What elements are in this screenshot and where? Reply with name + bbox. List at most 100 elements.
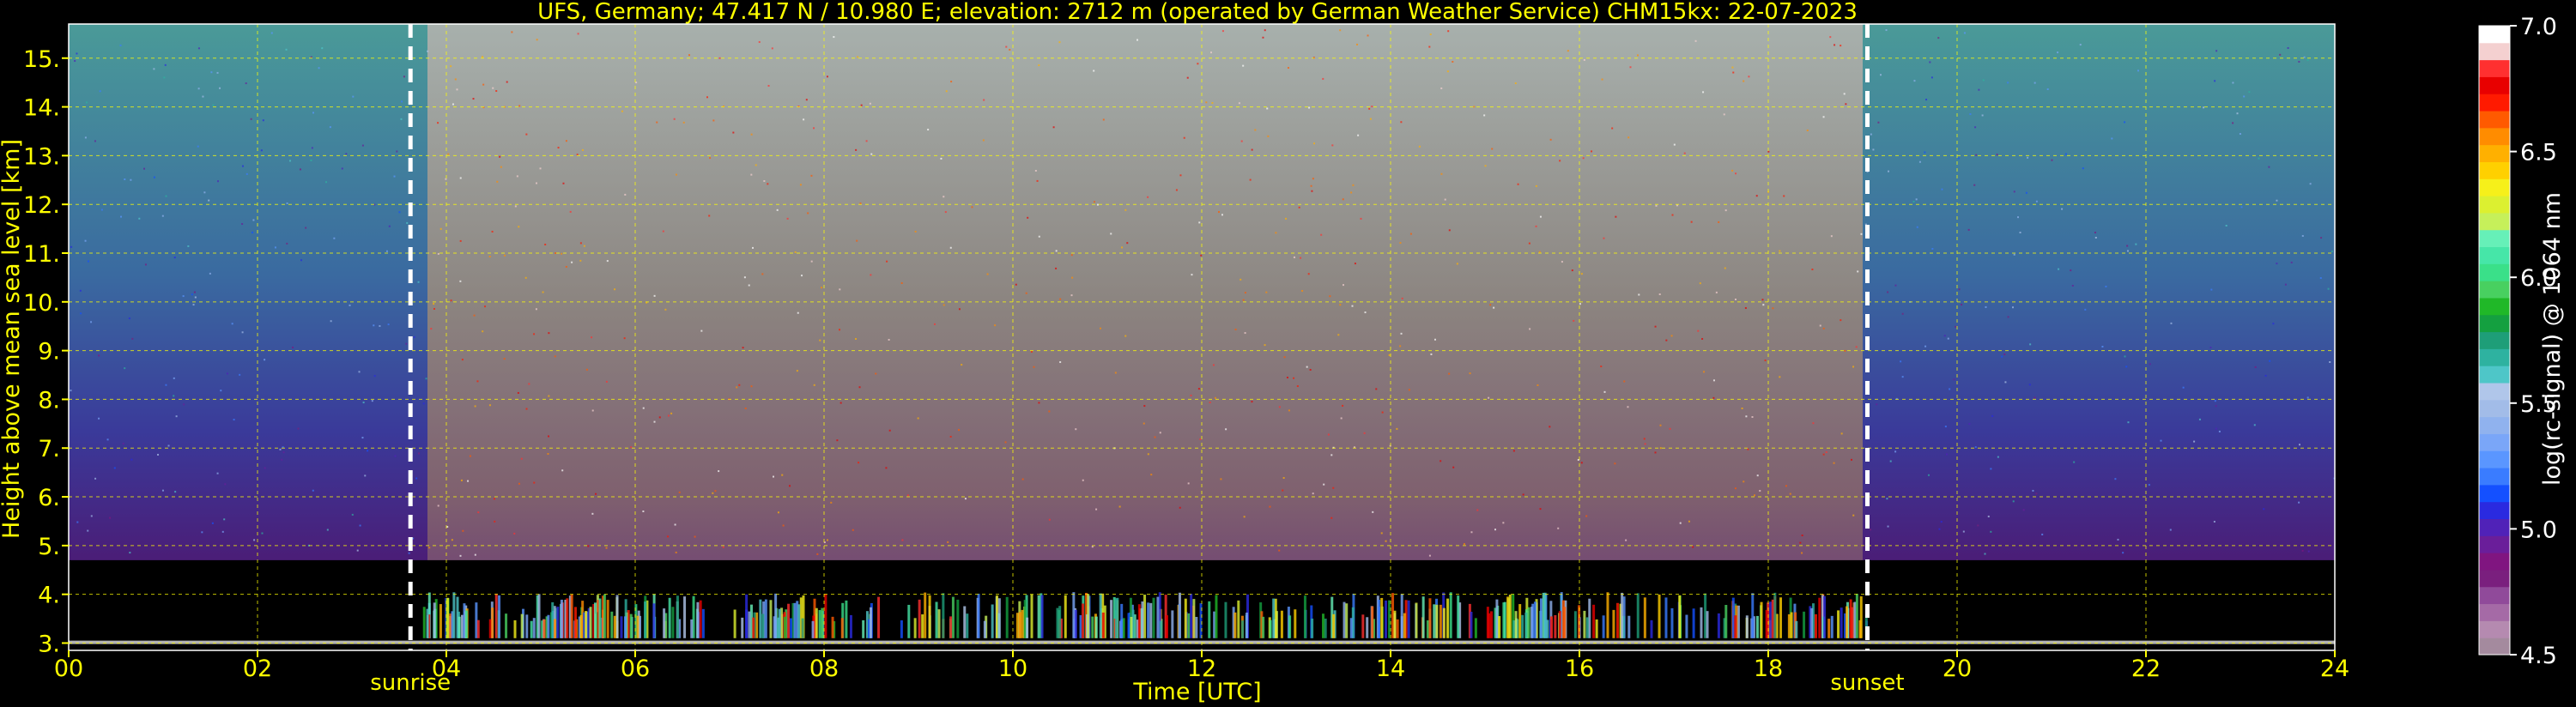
noise-speck (1381, 411, 1384, 414)
colorbar-swatch (2479, 59, 2510, 77)
noise-speck (94, 140, 96, 142)
noise-speck (1870, 529, 1872, 531)
signal-streak (1233, 612, 1237, 638)
noise-speck (197, 88, 200, 90)
noise-speck (87, 260, 89, 263)
noise-speck (359, 524, 361, 527)
noise-speck (994, 324, 997, 327)
signal-streak (1152, 597, 1155, 638)
signal-streak (1037, 595, 1040, 638)
noise-speck (1399, 242, 1402, 245)
signal-streak (1400, 594, 1403, 638)
noise-speck (1038, 64, 1040, 67)
signal-streak (1658, 594, 1661, 638)
noise-speck (499, 155, 501, 158)
noise-speck (1234, 329, 1237, 331)
signal-streak (951, 596, 955, 638)
noise-speck (2058, 268, 2060, 270)
noise-speck (1644, 443, 1646, 445)
noise-speck (1974, 126, 1977, 129)
y-tick-label: 3. (38, 631, 60, 657)
noise-speck (1671, 214, 1674, 216)
noise-speck (1967, 228, 1970, 231)
noise-speck (801, 275, 803, 277)
noise-speck (1352, 184, 1355, 186)
noise-speck (2073, 461, 2076, 463)
noise-speck (1428, 554, 1431, 557)
noise-speck (1267, 135, 1270, 137)
noise-speck (1614, 462, 1616, 465)
noise-speck (1665, 339, 1668, 341)
noise-speck (548, 395, 550, 397)
noise-speck (1242, 64, 1245, 67)
noise-speck (1927, 474, 1930, 476)
noise-speck (2125, 366, 2128, 368)
noise-speck (1561, 261, 1563, 263)
noise-speck (1075, 428, 1077, 431)
noise-speck (482, 56, 484, 58)
noise-speck (700, 329, 703, 332)
noise-speck (153, 176, 155, 178)
noise-speck (2105, 285, 2107, 287)
noise-speck (2127, 421, 2130, 424)
noise-speck (459, 177, 462, 179)
noise-speck (2236, 112, 2239, 115)
colorbar-swatch (2479, 501, 2510, 520)
noise-speck (1154, 436, 1156, 438)
signal-streak (426, 608, 429, 638)
noise-speck (474, 553, 476, 556)
noise-speck (2124, 355, 2126, 358)
noise-speck (500, 166, 502, 168)
signal-streak (1280, 610, 1283, 638)
noise-speck (961, 364, 963, 366)
signal-streak (1664, 597, 1668, 638)
noise-speck (1071, 276, 1074, 279)
noise-speck (682, 121, 685, 124)
noise-speck (1448, 372, 1451, 375)
noise-speck (1288, 409, 1290, 412)
signal-streak (831, 616, 834, 638)
noise-speck (1957, 157, 1960, 160)
signal-streak (949, 616, 953, 638)
noise-speck (583, 245, 585, 247)
noise-speck (1603, 237, 1605, 239)
noise-speck (84, 136, 87, 139)
noise-speck (333, 237, 336, 239)
signal-streak (1178, 604, 1181, 638)
signal-streak (1396, 619, 1399, 638)
noise-speck (555, 252, 557, 255)
noise-speck (1447, 30, 1450, 33)
signal-streak (505, 613, 508, 638)
noise-speck (1147, 196, 1149, 198)
signal-streak (1224, 601, 1227, 638)
colorbar-tick-label: 5.0 (2520, 517, 2557, 543)
noise-speck (810, 260, 813, 263)
noise-speck (1743, 480, 1745, 483)
noise-speck (109, 517, 112, 519)
noise-speck (1368, 107, 1371, 110)
noise-speck (1286, 377, 1288, 379)
signal-streak (1184, 598, 1187, 638)
noise-speck (1916, 226, 1918, 228)
noise-speck (124, 178, 126, 181)
noise-speck (1096, 203, 1099, 206)
noise-speck (488, 256, 491, 258)
signal-streak (422, 607, 426, 638)
noise-speck (1764, 360, 1767, 362)
noise-speck (131, 337, 134, 340)
noise-speck (1990, 468, 1992, 470)
noise-speck (371, 400, 373, 402)
noise-speck (1030, 350, 1033, 353)
signal-streak (676, 595, 679, 638)
noise-speck (1694, 39, 1697, 42)
noise-speck (2028, 384, 2031, 386)
noise-speck (1580, 462, 1583, 464)
noise-speck (1093, 201, 1095, 203)
noise-speck (1038, 235, 1040, 238)
noise-speck (356, 549, 359, 552)
signal-streak (1294, 609, 1297, 638)
noise-speck (1845, 103, 1847, 106)
signal-streak (560, 599, 563, 638)
noise-speck (221, 530, 224, 533)
colorbar-swatch (2479, 246, 2510, 264)
